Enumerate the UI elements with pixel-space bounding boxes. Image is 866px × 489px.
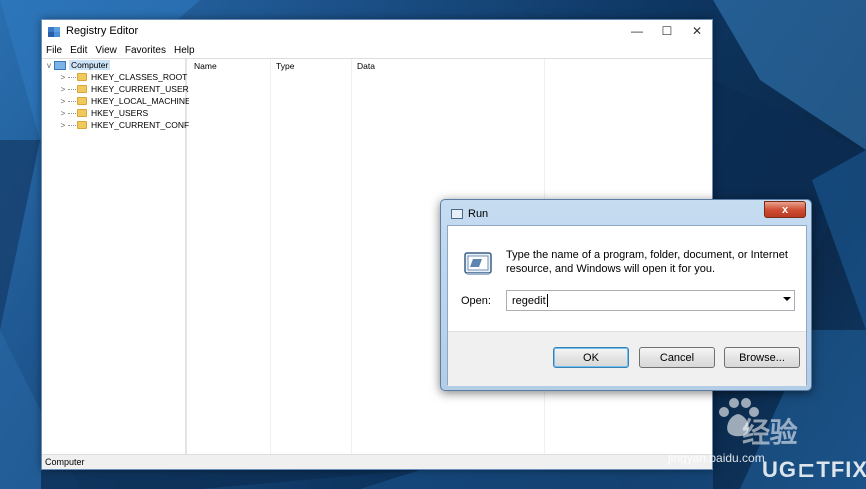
run-description: Type the name of a program, folder, docu… — [506, 249, 788, 275]
tree-item-label: HKEY_LOCAL_MACHINE — [91, 96, 191, 106]
tree-item-hkey-local-machine[interactable]: > HKEY_LOCAL_MACHINE — [58, 95, 191, 107]
tree-item-hkey-current-config[interactable]: > HKEY_CURRENT_CONFIG — [58, 119, 199, 131]
run-dialog: Run x Type the name of a program, folder… — [440, 199, 812, 391]
titlebar[interactable]: Registry Editor — ☐ ✕ — [42, 20, 712, 42]
column-divider[interactable] — [351, 59, 352, 456]
maximize-button[interactable]: ☐ — [652, 20, 682, 42]
chevron-right-icon[interactable]: > — [58, 109, 68, 118]
status-bar: Computer — [42, 454, 712, 469]
jingyan-url-watermark: jingyan.baidu.com — [668, 451, 765, 465]
menu-help[interactable]: Help — [174, 45, 195, 56]
tree-item-hkey-current-user[interactable]: > HKEY_CURRENT_USER — [58, 83, 189, 95]
folder-icon — [77, 97, 87, 105]
button-bar: OK Cancel Browse... — [448, 331, 806, 386]
chevron-right-icon[interactable]: > — [58, 73, 68, 82]
menu-file[interactable]: File — [46, 45, 62, 56]
tree-item-hkey-classes-root[interactable]: > HKEY_CLASSES_ROOT — [58, 71, 188, 83]
run-client-area: Type the name of a program, folder, docu… — [447, 225, 807, 386]
chevron-right-icon[interactable]: > — [58, 85, 68, 94]
close-button[interactable]: ✕ — [682, 20, 712, 42]
tree-item-label: Computer — [69, 60, 111, 70]
open-input-value[interactable]: regedit — [512, 295, 546, 307]
text-caret — [546, 294, 548, 307]
chevron-down-icon[interactable] — [783, 297, 791, 301]
tree-item-label: HKEY_USERS — [91, 108, 149, 118]
close-button[interactable]: x — [764, 201, 806, 218]
tree-item-label: HKEY_CLASSES_ROOT — [91, 72, 188, 82]
tree-connector — [68, 124, 76, 126]
baidu-paw-icon — [719, 398, 759, 437]
tree-connector — [68, 100, 76, 102]
run-program-icon — [462, 251, 494, 277]
run-titlebar[interactable]: Run x — [441, 200, 811, 225]
column-header-name[interactable]: Name — [189, 59, 269, 73]
menu-view[interactable]: View — [95, 45, 117, 56]
column-divider[interactable] — [270, 59, 271, 456]
computer-icon — [54, 60, 66, 70]
window-title: Registry Editor — [66, 25, 139, 37]
tree-connector — [68, 76, 76, 78]
tree-item-hkey-users[interactable]: > HKEY_USERS — [58, 107, 149, 119]
tree-connector — [68, 112, 76, 114]
menu-favorites[interactable]: Favorites — [125, 45, 166, 56]
browse-button[interactable]: Browse... — [724, 347, 800, 368]
cancel-button[interactable]: Cancel — [639, 347, 715, 368]
baidu-text: Bai — [666, 417, 709, 448]
tree-item-label: HKEY_CURRENT_CONFIG — [91, 120, 199, 130]
open-label: Open: — [461, 295, 491, 307]
chevron-right-icon[interactable]: > — [58, 97, 68, 106]
folder-icon — [77, 85, 87, 93]
folder-icon — [77, 121, 87, 129]
minimize-button[interactable]: — — [622, 20, 652, 42]
menu-edit[interactable]: Edit — [70, 45, 87, 56]
tree-connector — [68, 88, 76, 90]
registry-editor-icon — [47, 24, 61, 38]
chevron-down-icon[interactable]: v — [44, 61, 54, 70]
folder-icon — [77, 109, 87, 117]
ugetfix-watermark: UG⊏TFIX — [762, 457, 866, 482]
ok-button[interactable]: OK — [553, 347, 629, 368]
run-app-icon — [451, 209, 463, 219]
tree-item-computer[interactable]: v Computer — [44, 59, 111, 71]
column-header-data[interactable]: Data — [352, 59, 542, 73]
menu-bar: File Edit View Favorites Help — [42, 42, 712, 58]
column-header-type[interactable]: Type — [271, 59, 351, 73]
tree-pane[interactable]: v Computer > HKEY_CLASSES_ROOT > HKEY_CU… — [42, 59, 198, 456]
chevron-right-icon[interactable]: > — [58, 121, 68, 130]
folder-icon — [77, 73, 87, 81]
open-combobox[interactable]: regedit — [506, 290, 795, 311]
tree-item-label: HKEY_CURRENT_USER — [91, 84, 189, 94]
run-title: Run — [468, 208, 489, 220]
